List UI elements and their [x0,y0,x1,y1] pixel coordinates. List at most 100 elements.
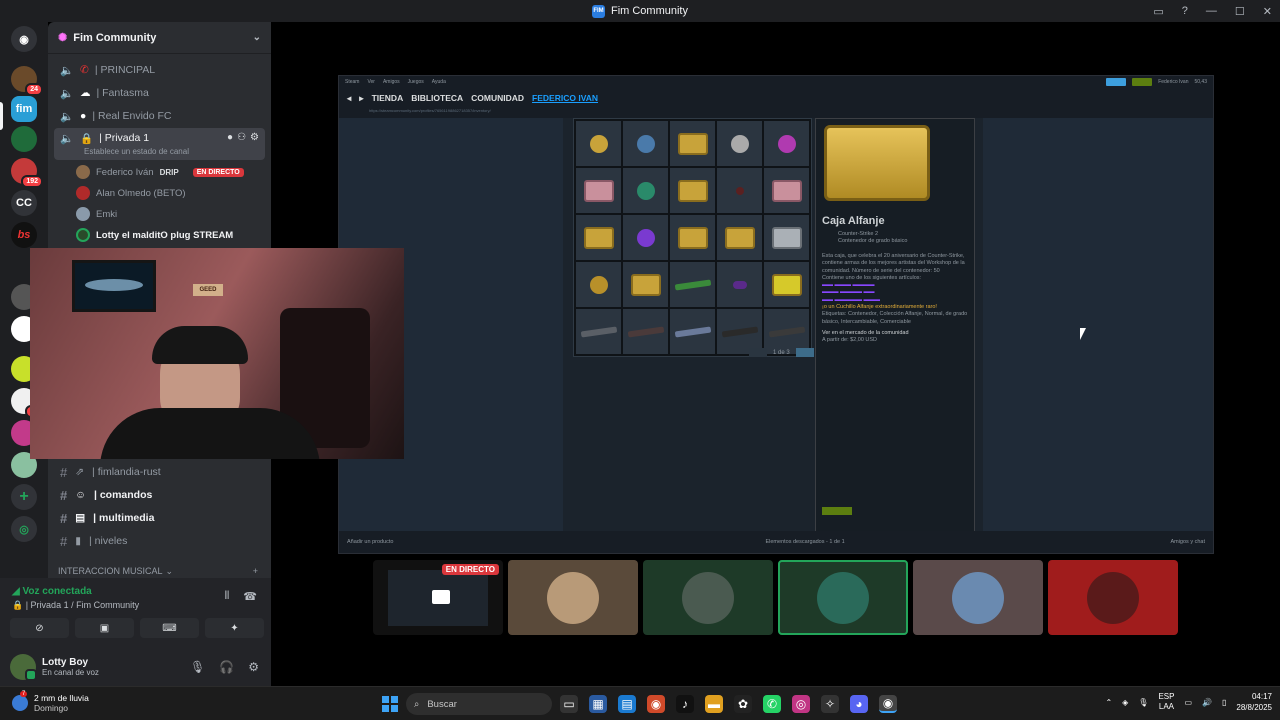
camera-off-button[interactable]: ⊘ [10,618,69,638]
voice-channel-principal[interactable]: 🔈 ✆ | PRINCIPAL [54,59,265,81]
user-avatar[interactable] [10,654,37,681]
weather-badge: 7 [20,691,28,697]
text-channel-comandos[interactable]: # ☺ | comandos [54,484,265,506]
help-icon[interactable]: ? [1182,5,1188,17]
inventory-pager: 1 de 3 [749,348,814,357]
chrome-icon[interactable]: ◉ [647,695,665,713]
explore-icon[interactable]: ◎ [11,516,37,542]
server-icon-3[interactable] [11,126,37,152]
screen-share-view[interactable]: Steam Ver Amigos Juegos Ayuda Federico I… [338,75,1214,554]
discord-icon[interactable]: ◕ [850,695,868,713]
volume-icon[interactable]: 🔊 [1202,698,1212,707]
steam-nav-community: COMUNIDAD [471,93,525,103]
channel-emoji-icon: ⇗ [75,466,85,478]
microphone-icon[interactable]: 🎙 [190,660,205,674]
app-logo-icon: FIM [591,4,605,18]
server-icon-4[interactable]: 192 [11,158,43,188]
speaker-icon: 🔈 [60,133,74,145]
item-list-placeholder: ▬▬ ▬▬▬▬▬ ▬▬▬ [822,296,881,303]
server-icon-fim[interactable]: fim [11,96,37,122]
task-view-icon[interactable]: ▭ [560,695,578,713]
channel-actions: ● ⚇ ⚙ [227,132,265,143]
taskbar-search[interactable]: ⌕ Buscar [406,693,552,715]
voice-connected-title[interactable]: ◢ Voz conectada [12,586,92,597]
voice-channel-fantasma[interactable]: 🔈 ☁ | Fantasma [54,82,265,104]
gear-icon[interactable]: ⚙ [248,660,259,674]
close-button[interactable]: ✕ [1263,5,1272,18]
stream-thumbnail [388,569,488,626]
screen-share-button[interactable]: ▣ [75,618,134,638]
webcam-overlay[interactable]: GEED [30,248,404,459]
text-channel-niveles[interactable]: # ▮ | niveles [54,530,265,552]
app-title-bar: FIM Fim Community ▭ ? — ☐ ✕ [0,0,1280,22]
gear-icon[interactable]: ⚙ [250,132,259,143]
steam-menu-item: Ayuda [431,79,446,85]
category-header[interactable]: INTERACCION MUSICAL ⌄ + [58,566,258,577]
participant-tile[interactable] [1048,560,1178,635]
invite-icon[interactable]: ⚇ [237,132,246,143]
participant-tile[interactable] [913,560,1043,635]
server-header[interactable]: ✺ Fim Community ⌄ [48,22,271,54]
noise-suppression-icon[interactable]: ⫴ [225,590,230,603]
windows-taskbar: 7 2 mm de lluvia Domingo ⌕ Buscar ▭ ▦ ▤ … [0,686,1280,720]
voice-user-emki[interactable]: Emki [76,204,265,224]
instagram-icon[interactable]: ◎ [792,695,810,713]
app-icon[interactable]: ✧ [821,695,839,713]
item-game: Counter-Strike 2 [838,231,879,237]
tiktok-icon[interactable]: ♪ [676,695,694,713]
steam-menu-item: Juegos [407,79,424,85]
text-channel-fimlandia-rust[interactable]: # ⇗ | fimlandia-rust [54,461,265,483]
discord-home-icon[interactable]: ◉ [11,26,37,52]
calendar-icon[interactable]: ▤ [618,695,636,713]
channel-label: | Real Envido FC [92,110,172,122]
voice-user-alan[interactable]: Alan Olmedo (BETO) [76,183,265,203]
server-icon-6[interactable]: bs [11,222,37,248]
chat-icon[interactable]: ● [227,132,233,143]
microphone-icon[interactable]: 🎙 [1138,698,1148,707]
voice-channel-path[interactable]: 🔒 | Privada 1 / Fim Community [12,600,139,611]
voice-user-lotty[interactable]: Lotty el malditO plug STREAM [76,225,265,245]
participant-tile[interactable] [508,560,638,635]
chatgpt-icon[interactable]: ✿ [734,695,752,713]
minimize-button[interactable]: — [1206,5,1217,17]
headphones-icon[interactable]: 🎧 [219,660,234,674]
disconnect-icon[interactable]: ☎ [243,590,257,603]
participant-tile-stream[interactable]: EN DIRECTO [373,560,503,635]
inventory-item [670,215,715,260]
channel-status[interactable]: Establece un estado de canal [84,147,189,156]
weather-widget[interactable]: 7 2 mm de lluvia Domingo [12,691,89,713]
inbox-icon[interactable]: ▭ [1153,5,1163,18]
windows-start-icon[interactable] [382,696,398,712]
chrome-active-icon[interactable]: ◉ [879,695,897,713]
whatsapp-icon[interactable]: ✆ [763,695,781,713]
maximize-button[interactable]: ☐ [1235,5,1245,18]
server-icon-1[interactable]: 24 [11,66,43,96]
security-icon[interactable]: ◈ [1122,698,1128,707]
voice-user-federico[interactable]: Federico Iván DRIP EN DIRECTO [76,162,265,182]
server-icon-cc[interactable]: CC [11,190,37,216]
chevron-up-icon[interactable]: ⌃ [1105,698,1112,707]
participant-tile[interactable] [643,560,773,635]
steam-url: https://steamcommunity.com/profiles/7656… [339,108,1213,118]
participant-tile-speaking[interactable] [778,560,908,635]
add-server-icon[interactable]: + [11,484,37,510]
user-info[interactable]: Lotty Boy En canal de voz [42,657,99,677]
language-indicator[interactable]: ESP LAA [1158,692,1174,712]
activity-button[interactable]: ⌨ [140,618,199,638]
clock[interactable]: 04:17 28/8/2025 [1236,691,1272,713]
voice-channel-privada[interactable]: 🔈 🔒 | Privada 1 ● ⚇ ⚙ Establece un estad… [54,128,265,160]
soundboard-button[interactable]: ✦ [205,618,264,638]
battery-icon[interactable]: ▯ [1222,698,1226,707]
calculator-icon[interactable]: ▦ [589,695,607,713]
inventory-item [623,215,668,260]
lock-icon: 🔒 [80,133,94,145]
file-explorer-icon[interactable]: ▬ [705,695,723,713]
chevron-down-icon: ⌄ [165,566,174,576]
media-icon: ▤ [75,512,86,524]
steam-balance: 50,43 [1194,79,1207,85]
network-icon[interactable]: ▭ [1184,698,1192,707]
friends-chat-label: Amigos y chat [1170,539,1205,545]
text-channel-multimedia[interactable]: # ▤ | multimedia [54,507,265,529]
voice-channel-real-envido[interactable]: 🔈 ● | Real Envido FC [54,105,265,127]
add-channel-icon[interactable]: + [253,566,258,577]
